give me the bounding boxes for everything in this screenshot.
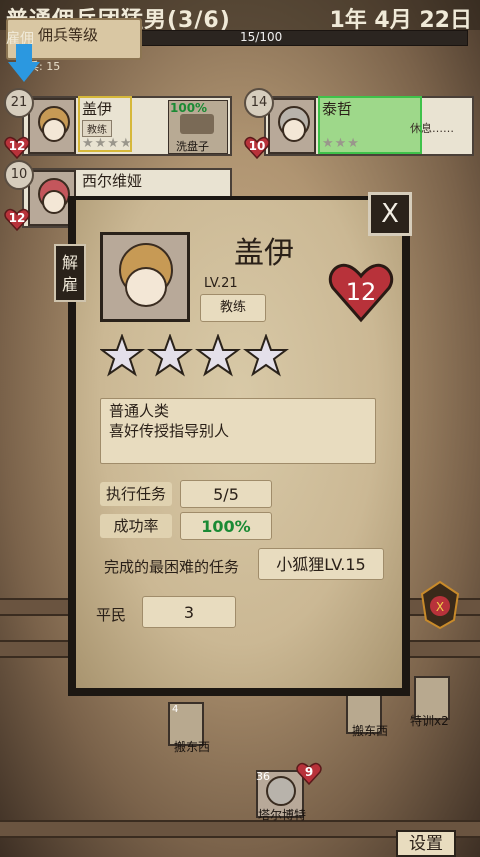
mercenary-description: 普通人类 喜好传授指导别人 xyxy=(100,398,376,464)
mercenary-class: 教练 xyxy=(200,294,266,322)
rest-status: 休息…… xyxy=(410,122,454,135)
task-count: 4 xyxy=(172,704,179,715)
settings-button[interactable]: 设置 xyxy=(396,830,456,857)
guild-xp-text: 15/100 xyxy=(240,30,283,44)
face-icon xyxy=(282,118,306,142)
roster-stars: ★★★ xyxy=(322,136,360,151)
heart-count: 9 xyxy=(304,765,314,779)
star-icon xyxy=(195,334,241,377)
level-badge: 21 xyxy=(4,88,34,118)
merc-name: 塔尔博特 xyxy=(258,808,307,822)
svg-text:X: X xyxy=(436,600,444,614)
hair-icon xyxy=(266,776,296,806)
mercenary-level: LV.21 xyxy=(204,276,238,291)
tutorial-arrow-stem xyxy=(16,44,32,64)
heart-count: 12 xyxy=(8,211,26,225)
task-label: 搬东西 xyxy=(352,724,389,738)
heart-count: 12 xyxy=(8,139,26,153)
hardest-mission-label: 完成的最困难的任务 xyxy=(104,558,240,576)
missions-label: 执行任务 xyxy=(100,482,172,506)
success-rate-value: 100% xyxy=(180,512,272,540)
rank-label: 平民 xyxy=(96,606,127,624)
tutorial-arrow-icon xyxy=(8,62,40,82)
close-button[interactable]: X xyxy=(368,192,412,236)
heart-count: 12 xyxy=(345,278,377,306)
roster-name: 盖伊 xyxy=(82,100,113,118)
roster-name: 泰哲 xyxy=(322,100,353,118)
level-badge: 14 xyxy=(244,88,274,118)
tooltip-text: 佣兵等级 xyxy=(38,26,99,44)
scroll-icon xyxy=(180,114,214,134)
description-line: 普通人类 xyxy=(109,402,170,420)
star-icon xyxy=(243,334,289,377)
roster-stars: ★★★★ xyxy=(82,136,133,151)
roster-name: 西尔维娅 xyxy=(82,172,143,190)
heart-icon: 12 xyxy=(4,136,30,160)
heart-icon: 12 xyxy=(4,208,30,232)
heart-icon: 10 xyxy=(244,136,270,160)
dismiss-tab[interactable]: 解雇 xyxy=(54,244,86,302)
success-rate-label: 成功率 xyxy=(100,514,172,538)
face-icon xyxy=(42,118,66,142)
face-icon xyxy=(125,267,167,307)
task-name: 洗盘子 xyxy=(176,140,209,153)
mercenary-name: 盖伊 xyxy=(234,236,294,271)
face-icon xyxy=(42,190,66,214)
heart-icon: 12 xyxy=(328,262,394,324)
crossed-swords-emblem-icon[interactable]: X xyxy=(418,580,462,630)
heart-count: 10 xyxy=(248,139,266,153)
heart-icon: 9 xyxy=(296,762,322,786)
hardest-mission-value: 小狐狸LV.15 xyxy=(258,548,384,580)
level-badge: 10 xyxy=(4,160,34,190)
merc-level: 36 xyxy=(256,770,270,783)
star-icon xyxy=(100,334,145,377)
star-rating xyxy=(100,334,289,377)
description-line: 喜好传授指导别人 xyxy=(109,422,230,440)
portrait-taizhe xyxy=(268,98,316,154)
mercenary-portrait xyxy=(100,232,190,322)
task-label: 搬东西 xyxy=(174,740,211,754)
roster-class: 教练 xyxy=(82,120,112,137)
rank-value: 3 xyxy=(142,596,236,628)
portrait-guy xyxy=(28,98,76,154)
missions-value: 5/5 xyxy=(180,480,272,508)
task-percent: 100% xyxy=(170,101,208,115)
star-icon xyxy=(147,334,193,377)
task-label: 特训x2 xyxy=(410,714,449,728)
